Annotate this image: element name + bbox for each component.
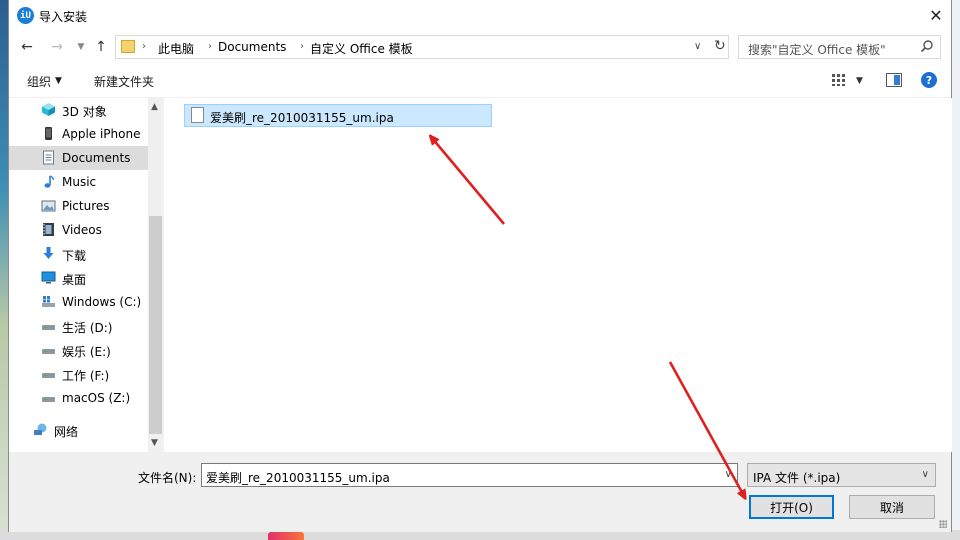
- search-input[interactable]: 搜索"自定义 Office 模板": [738, 35, 941, 59]
- sidebar-item-pictures[interactable]: Pictures: [9, 194, 148, 218]
- sidebar-item-label: Music: [62, 175, 97, 189]
- breadcrumb-separator-icon: ›: [208, 41, 212, 52]
- sidebar-item-label: Apple iPhone: [62, 127, 141, 141]
- dialog-footer: 文件名(N): 爱美刷_re_2010031155_um.ipa ∨ IPA 文…: [9, 452, 951, 532]
- breadcrumb-office-templates[interactable]: 自定义 Office 模板: [310, 40, 413, 57]
- desktop-icon: [41, 271, 56, 284]
- sidebar-item-network[interactable]: 网络: [9, 418, 148, 442]
- recent-locations-icon[interactable]: ▼: [71, 37, 91, 57]
- navigation-scrollbar[interactable]: ▲ ▼: [148, 98, 163, 452]
- new-folder-button[interactable]: 新建文件夹: [94, 73, 154, 90]
- documents-icon: [43, 150, 54, 165]
- sidebar-item-3d-objects[interactable]: 3D 对象: [9, 98, 148, 122]
- up-arrow-icon[interactable]: ↑: [91, 37, 111, 57]
- sidebar-item-label: 生活 (D:): [62, 321, 113, 335]
- sidebar-item-label: 桌面: [62, 273, 87, 287]
- view-grid-icon[interactable]: [831, 73, 847, 87]
- resize-grip-icon[interactable]: [939, 520, 947, 528]
- file-icon: [191, 107, 204, 123]
- address-bar[interactable]: › 此电脑 › Documents › 自定义 Office 模板 ∨ ↻: [115, 35, 729, 59]
- organize-button[interactable]: 组织: [27, 73, 51, 90]
- sidebar-item-windows-c[interactable]: Windows (C:): [9, 290, 148, 314]
- view-caret-icon[interactable]: ▼: [856, 76, 863, 86]
- breadcrumb-documents[interactable]: Documents: [218, 40, 286, 54]
- music-icon: [44, 175, 55, 188]
- address-row: ← → ▼ ↑ › 此电脑 › Documents › 自定义 Office 模…: [9, 31, 951, 63]
- sidebar-item-label: 网络: [54, 425, 79, 439]
- drive-icon: [42, 373, 55, 378]
- videos-icon: [43, 223, 54, 236]
- app-logo-icon: iU: [17, 7, 34, 24]
- filetype-value: IPA 文件 (*.ipa): [753, 471, 841, 485]
- iphone-icon: [45, 127, 52, 140]
- chevron-down-icon[interactable]: ∨: [725, 469, 732, 480]
- file-item[interactable]: 爱美刷_re_2010031155_um.ipa: [184, 104, 492, 127]
- sidebar-item-label: 工作 (F:): [62, 369, 110, 383]
- sidebar-item-downloads[interactable]: 下载: [9, 242, 148, 266]
- import-dialog: iU 导入安装 ✕ ← → ▼ ↑ › 此电脑 › Documents › 自定…: [8, 0, 952, 532]
- search-placeholder: 搜索"自定义 Office 模板": [748, 43, 886, 57]
- back-arrow-icon[interactable]: ←: [17, 37, 37, 57]
- command-toolbar: 组织 ▼ 新建文件夹 ▼ ?: [9, 63, 951, 98]
- network-icon: [34, 423, 47, 435]
- filename-label: 文件名(N):: [138, 471, 197, 485]
- search-icon[interactable]: [920, 39, 934, 53]
- scroll-up-icon[interactable]: ▲: [151, 102, 158, 112]
- close-button[interactable]: ✕: [921, 0, 951, 31]
- scrollbar-thumb[interactable]: [149, 216, 162, 434]
- refresh-icon[interactable]: ↻: [714, 38, 726, 54]
- sidebar-item-label: 娱乐 (E:): [62, 345, 111, 359]
- navigation-pane: 3D 对象 Apple iPhone Documents Music Pictu…: [9, 98, 163, 452]
- sidebar-item-label: Documents: [62, 151, 131, 165]
- sidebar-item-music[interactable]: Music: [9, 170, 148, 194]
- breadcrumb-separator-icon: ›: [142, 41, 146, 52]
- sidebar-item-videos[interactable]: Videos: [9, 218, 148, 242]
- cancel-button[interactable]: 取消: [849, 495, 935, 519]
- dialog-title: 导入安装: [39, 10, 88, 24]
- breadcrumb-separator-icon: ›: [300, 41, 304, 52]
- help-icon[interactable]: ?: [921, 72, 937, 88]
- sidebar-item-desktop[interactable]: 桌面: [9, 266, 148, 290]
- organize-caret-icon[interactable]: ▼: [55, 76, 62, 86]
- chevron-down-icon[interactable]: ∨: [694, 41, 701, 52]
- sidebar-item-label: Pictures: [62, 199, 110, 213]
- pictures-icon: [41, 200, 56, 212]
- breadcrumb-this-pc[interactable]: 此电脑: [158, 40, 194, 57]
- filename-input[interactable]: 爱美刷_re_2010031155_um.ipa ∨: [201, 463, 738, 487]
- chevron-down-icon[interactable]: ∨: [922, 469, 929, 480]
- title-bar: iU 导入安装 ✕: [9, 0, 951, 31]
- sidebar-item-drive-d[interactable]: 生活 (D:): [9, 314, 148, 338]
- 3d-objects-icon: [42, 103, 55, 116]
- filename-value: 爱美刷_re_2010031155_um.ipa: [206, 471, 390, 485]
- sidebar-item-documents[interactable]: Documents: [9, 146, 148, 170]
- sidebar-item-apple-iphone[interactable]: Apple iPhone: [9, 122, 148, 146]
- file-name: 爱美刷_re_2010031155_um.ipa: [210, 111, 394, 125]
- desktop-right-strip: [952, 0, 960, 540]
- sidebar-item-drive-e[interactable]: 娱乐 (E:): [9, 338, 148, 362]
- sidebar-item-label: 3D 对象: [62, 105, 107, 119]
- sidebar-item-label: Windows (C:): [62, 295, 142, 309]
- desktop-wallpaper-strip: [0, 0, 8, 540]
- folder-icon: [121, 40, 135, 53]
- drive-icon: [42, 349, 55, 354]
- download-icon: [43, 247, 54, 259]
- filetype-select[interactable]: IPA 文件 (*.ipa) ∨: [747, 463, 936, 487]
- drive-icon: [42, 397, 55, 402]
- sidebar-item-label: Videos: [62, 223, 102, 237]
- open-button[interactable]: 打开(O): [749, 495, 834, 519]
- drive-icon: [42, 325, 55, 330]
- sidebar-item-drive-z[interactable]: macOS (Z:): [9, 386, 148, 410]
- sidebar-item-drive-f[interactable]: 工作 (F:): [9, 362, 148, 386]
- sidebar-item-label: 下载: [62, 249, 87, 263]
- sidebar-item-label: macOS (Z:): [62, 391, 131, 405]
- scroll-down-icon[interactable]: ▼: [151, 438, 158, 448]
- windows-drive-icon: [42, 296, 55, 307]
- instagram-icon[interactable]: [268, 532, 304, 540]
- preview-pane-icon[interactable]: [886, 73, 902, 87]
- forward-arrow-icon[interactable]: →: [47, 37, 67, 57]
- file-list-pane[interactable]: 爱美刷_re_2010031155_um.ipa: [163, 98, 952, 452]
